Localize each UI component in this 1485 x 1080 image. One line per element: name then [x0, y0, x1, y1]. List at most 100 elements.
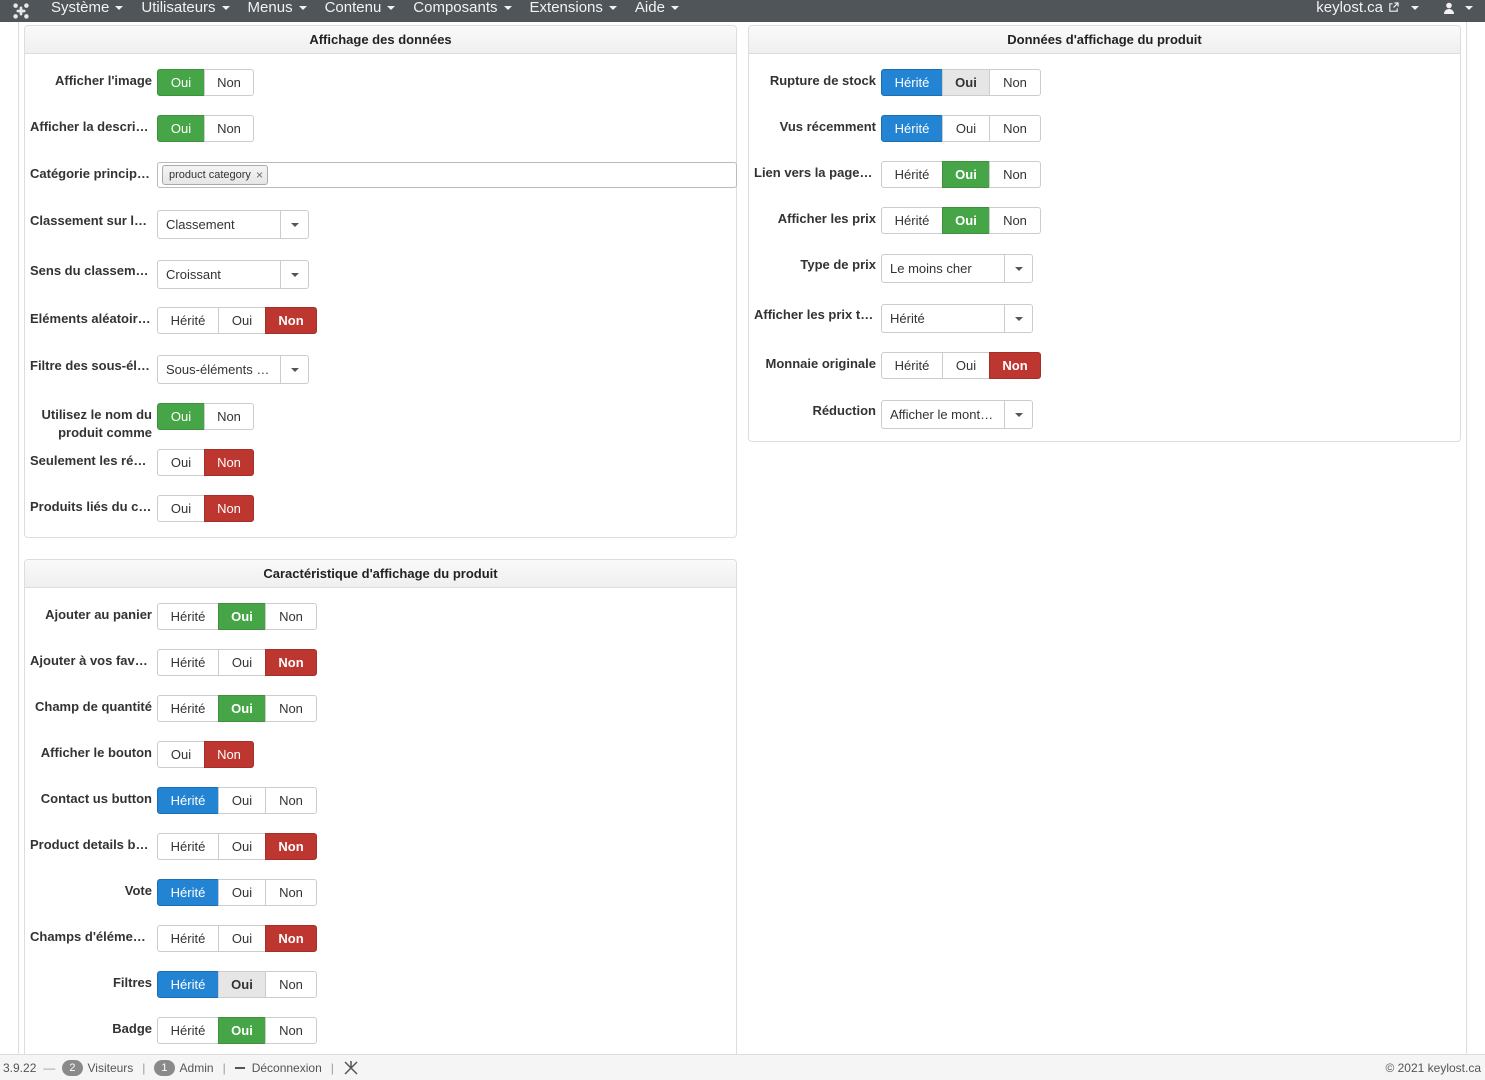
- option-oui-button[interactable]: Oui: [157, 449, 205, 476]
- option-herite-button[interactable]: Hérité: [881, 207, 943, 234]
- option-non-button[interactable]: Non: [265, 649, 317, 676]
- select-value: Classement: [166, 217, 235, 232]
- dropdown-arrow[interactable]: [1004, 305, 1032, 332]
- nav-menu-item[interactable]: Menus: [239, 0, 316, 19]
- option-oui-button[interactable]: Oui: [218, 307, 266, 334]
- option-herite-button[interactable]: Hérité: [157, 971, 219, 998]
- nav-menu-label: Composants: [413, 0, 498, 16]
- option-oui-button[interactable]: Oui: [218, 787, 266, 814]
- toggle-group: Hérité Oui Non: [157, 925, 317, 952]
- option-non-button[interactable]: Non: [265, 879, 317, 906]
- option-oui-button[interactable]: Oui: [218, 1017, 266, 1044]
- panel-product-display: Données d'affichage du produit Rupture d…: [748, 25, 1461, 442]
- option-non-button[interactable]: Non: [265, 925, 317, 952]
- option-herite-button[interactable]: Hérité: [157, 833, 219, 860]
- option-oui-button[interactable]: Oui: [218, 971, 266, 998]
- user-menu[interactable]: [1429, 2, 1485, 14]
- field-label: Type de prix: [800, 257, 876, 272]
- nav-menu-item[interactable]: Contenu: [316, 0, 405, 19]
- select-value: Sous-éléments de la catégorie: [166, 362, 280, 377]
- option-herite-button[interactable]: Hérité: [881, 115, 943, 142]
- joomla-logo-icon[interactable]: [0, 0, 42, 22]
- form-row-afficher-l-image: Afficher l'image Oui Non: [25, 69, 736, 99]
- option-non-button[interactable]: Non: [204, 495, 254, 522]
- option-herite-button[interactable]: Hérité: [157, 1017, 219, 1044]
- chevron-down-icon: [387, 5, 396, 10]
- option-oui-button[interactable]: Oui: [157, 403, 205, 430]
- option-non-button[interactable]: Non: [989, 69, 1041, 96]
- option-oui-button[interactable]: Oui: [218, 879, 266, 906]
- option-herite-button[interactable]: Hérité: [157, 787, 219, 814]
- option-non-button[interactable]: Non: [204, 449, 254, 476]
- option-herite-button[interactable]: Hérité: [157, 603, 219, 630]
- nav-menu-item[interactable]: Système: [42, 0, 132, 19]
- option-non-button[interactable]: Non: [204, 69, 254, 96]
- nav-menu-item[interactable]: Aide: [626, 0, 688, 19]
- option-herite-button[interactable]: Hérité: [157, 307, 219, 334]
- field-label: Vus récemment: [779, 119, 876, 134]
- option-oui-button[interactable]: Oui: [218, 603, 266, 630]
- dropdown-arrow[interactable]: [280, 211, 308, 238]
- option-non-button[interactable]: Non: [204, 741, 254, 768]
- option-herite-button[interactable]: Hérité: [881, 161, 943, 188]
- nav-menu-label: Système: [51, 0, 110, 16]
- option-oui-button[interactable]: Oui: [942, 207, 990, 234]
- logout-link[interactable]: Déconnexion: [234, 1061, 322, 1075]
- option-non-button[interactable]: Non: [989, 352, 1041, 379]
- option-oui-button[interactable]: Oui: [218, 649, 266, 676]
- option-herite-button[interactable]: Hérité: [157, 925, 219, 952]
- option-non-button[interactable]: Non: [265, 787, 317, 814]
- option-non-button[interactable]: Non: [265, 971, 317, 998]
- option-herite-button[interactable]: Hérité: [157, 649, 219, 676]
- option-oui-button[interactable]: Oui: [218, 695, 266, 722]
- remove-tag-icon[interactable]: ×: [256, 168, 263, 182]
- dropdown-arrow[interactable]: [280, 356, 308, 383]
- option-herite-button[interactable]: Hérité: [157, 879, 219, 906]
- nav-menu-item[interactable]: Utilisateurs: [132, 0, 238, 19]
- form-row-vus-recemment: Vus récemment Hérité Oui Non: [749, 115, 1460, 145]
- site-link[interactable]: keylost.ca: [1306, 0, 1429, 16]
- select-dropdown[interactable]: Afficher le montant de la réduction: [881, 400, 1033, 429]
- option-oui-button[interactable]: Oui: [218, 925, 266, 952]
- option-non-button[interactable]: Non: [265, 833, 317, 860]
- option-oui-button[interactable]: Oui: [218, 833, 266, 860]
- option-oui-button[interactable]: Oui: [942, 115, 990, 142]
- option-herite-button[interactable]: Hérité: [157, 695, 219, 722]
- nav-menu-label: Contenu: [324, 0, 382, 16]
- option-oui-button[interactable]: Oui: [942, 69, 990, 96]
- option-oui-button[interactable]: Oui: [157, 741, 205, 768]
- option-non-button[interactable]: Non: [265, 307, 317, 334]
- dropdown-arrow[interactable]: [1004, 255, 1032, 282]
- dropdown-arrow[interactable]: [1004, 401, 1032, 428]
- option-non-button[interactable]: Non: [265, 603, 317, 630]
- option-non-button[interactable]: Non: [989, 207, 1041, 234]
- option-oui-button[interactable]: Oui: [157, 115, 205, 142]
- select-dropdown[interactable]: Sous-éléments de la catégorie: [157, 355, 309, 384]
- tag-input[interactable]: product category ×: [157, 162, 737, 188]
- option-oui-button[interactable]: Oui: [157, 495, 205, 522]
- option-non-button[interactable]: Non: [204, 403, 254, 430]
- select-dropdown[interactable]: Classement: [157, 210, 309, 239]
- select-dropdown[interactable]: Le moins cher: [881, 254, 1033, 283]
- nav-menu-item[interactable]: Extensions: [521, 0, 626, 19]
- toggle-group: Hérité Oui Non: [157, 971, 317, 998]
- option-oui-button[interactable]: Oui: [157, 69, 205, 96]
- option-non-button[interactable]: Non: [265, 695, 317, 722]
- admin-link[interactable]: 1 Admin: [154, 1059, 214, 1076]
- option-non-button[interactable]: Non: [989, 161, 1041, 188]
- dropdown-arrow[interactable]: [280, 261, 308, 288]
- form-row-classement-sur-la-liste: Classement sur la liste Classement: [25, 209, 736, 239]
- visitors-link[interactable]: 2 Visiteurs: [62, 1059, 133, 1076]
- nav-menu-item[interactable]: Composants: [404, 0, 520, 19]
- option-non-button[interactable]: Non: [989, 115, 1041, 142]
- option-herite-button[interactable]: Hérité: [881, 69, 943, 96]
- select-dropdown[interactable]: Croissant: [157, 260, 309, 289]
- form-row-afficher-le-bouton: Afficher le bouton Oui Non: [25, 741, 736, 771]
- option-herite-button[interactable]: Hérité: [881, 352, 943, 379]
- option-non-button[interactable]: Non: [204, 115, 254, 142]
- joomla-small-icon[interactable]: [343, 1060, 359, 1076]
- option-oui-button[interactable]: Oui: [942, 352, 990, 379]
- select-dropdown[interactable]: Hérité: [881, 304, 1033, 333]
- option-oui-button[interactable]: Oui: [942, 161, 990, 188]
- option-non-button[interactable]: Non: [265, 1017, 317, 1044]
